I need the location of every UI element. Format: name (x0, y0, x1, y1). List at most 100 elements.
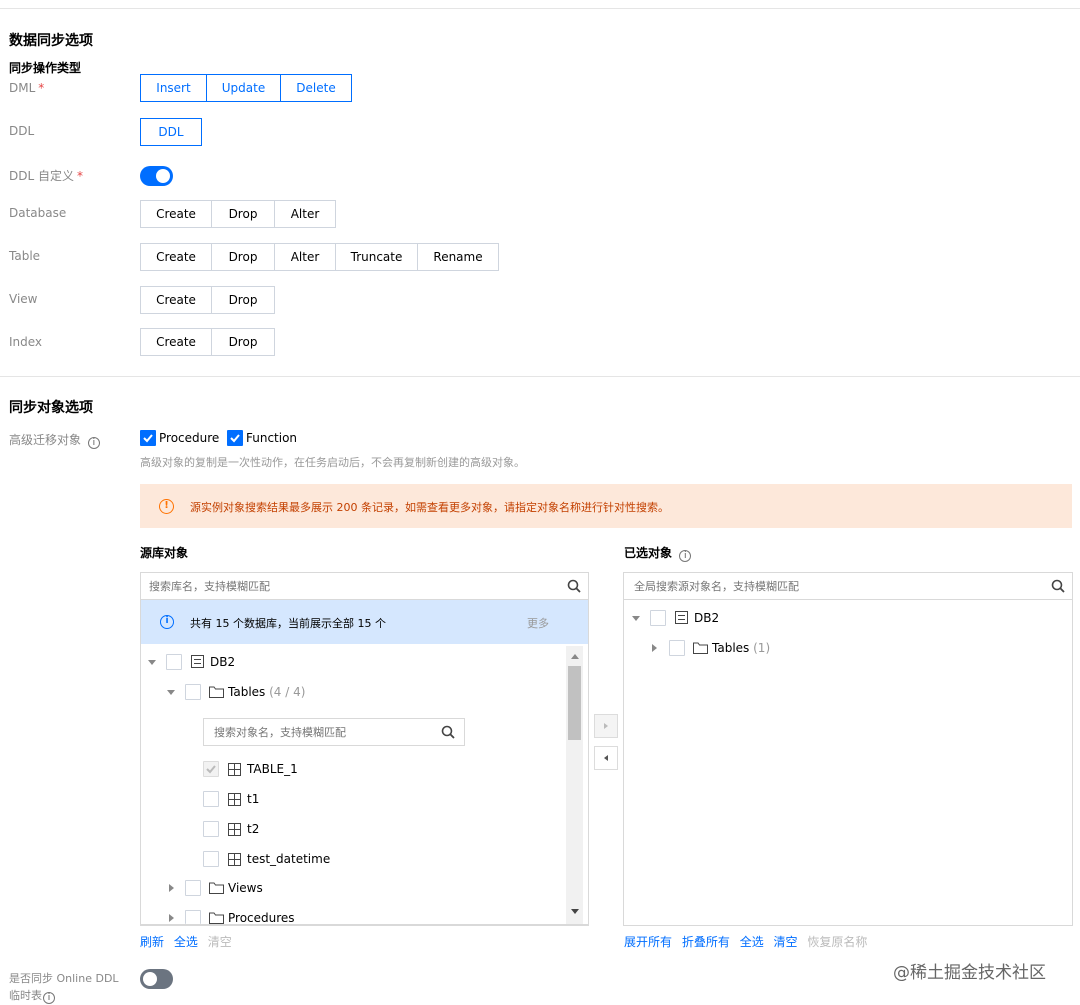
table-checkbox[interactable] (203, 851, 219, 867)
subsection-title-sync-op-type: 同步操作类型 (9, 61, 82, 75)
table-drop-button[interactable]: Drop (211, 243, 275, 271)
target-title-text: 已选对象 (624, 546, 673, 560)
expand-arrow-icon[interactable] (632, 616, 640, 621)
move-right-button[interactable] (594, 714, 618, 738)
table-name: TABLE_1 (247, 762, 298, 776)
online-ddl-label-line2: 临时表 i (9, 987, 119, 1004)
advanced-hint: 高级对象的复制是一次性动作，在任务启动后，不会再复制新创建的高级对象。 (140, 456, 525, 469)
search-icon[interactable] (1051, 579, 1065, 593)
source-more-link[interactable]: 更多 (527, 615, 549, 631)
watermark: @稀土掘金技术社区 (893, 963, 1046, 983)
ddl-custom-toggle[interactable] (140, 166, 173, 186)
warning-icon: ! (159, 499, 174, 514)
search-icon[interactable] (441, 725, 455, 739)
source-select-all-link[interactable]: 全选 (174, 935, 198, 949)
table-icon (228, 853, 241, 866)
target-panel (623, 572, 1073, 926)
info-icon[interactable]: i (87, 437, 100, 449)
source-footer: 刷新 全选 清空 (140, 933, 232, 950)
ddl-button[interactable]: DDL (140, 118, 202, 146)
target-tables-label: Tables (1) (712, 641, 770, 655)
source-procedures-label: Procedures (228, 911, 295, 925)
target-db-name: DB2 (694, 611, 720, 625)
view-drop-button[interactable]: Drop (211, 286, 275, 314)
online-ddl-label-line2-text: 临时表 (9, 989, 42, 1002)
table-search-box (203, 718, 465, 746)
source-clear-link[interactable]: 清空 (208, 935, 232, 949)
section-title-data-sync: 数据同步选项 (9, 33, 93, 49)
advanced-objects-label: 高级迁移对象 i (9, 431, 100, 449)
source-info-text: 共有 15 个数据库，当前展示全部 15 个 (190, 617, 386, 630)
top-divider (0, 8, 1080, 9)
view-button-group: Create Drop (140, 286, 275, 314)
collapse-all-link[interactable]: 折叠所有 (682, 935, 730, 949)
database-button-group: Create Drop Alter (140, 200, 336, 228)
database-label: Database (9, 206, 67, 220)
table-rename-button[interactable]: Rename (417, 243, 499, 271)
restore-name-link[interactable]: 恢复原名称 (807, 935, 867, 949)
function-checkbox[interactable] (227, 430, 243, 446)
dml-label: DML * (9, 81, 44, 95)
expand-arrow-icon[interactable] (148, 660, 156, 665)
target-clear-link[interactable]: 清空 (774, 935, 798, 949)
ddl-custom-label: DDL 自定义 * (9, 167, 83, 184)
procedure-label: Procedure (159, 431, 220, 445)
table-alter-button[interactable]: Alter (274, 243, 336, 271)
move-left-button[interactable] (594, 746, 618, 770)
scroll-down-icon[interactable] (571, 909, 579, 914)
expand-arrow-icon[interactable] (652, 644, 657, 652)
table-icon (228, 763, 241, 776)
table-checkbox[interactable] (203, 791, 219, 807)
database-create-button[interactable]: Create (140, 200, 212, 228)
toggle-knob (143, 972, 157, 986)
target-db2-checkbox[interactable] (650, 610, 666, 626)
expand-arrow-icon[interactable] (169, 884, 174, 892)
table-create-button[interactable]: Create (140, 243, 212, 271)
search-icon[interactable] (567, 579, 581, 593)
info-icon[interactable]: i (43, 992, 55, 1004)
table-checkbox[interactable] (203, 821, 219, 837)
dml-delete-button[interactable]: Delete (280, 74, 352, 102)
procedure-checkbox[interactable] (140, 430, 156, 446)
tables-label-text: Tables (712, 641, 750, 655)
dml-update-button[interactable]: Update (206, 74, 281, 102)
dml-insert-button[interactable]: Insert (140, 74, 207, 102)
index-label: Index (9, 335, 43, 349)
tables-checkbox[interactable] (185, 684, 201, 700)
expand-arrow-icon[interactable] (167, 690, 175, 695)
views-checkbox[interactable] (185, 880, 201, 896)
refresh-link[interactable]: 刷新 (140, 935, 164, 949)
index-drop-button[interactable]: Drop (211, 328, 275, 356)
table-search-input[interactable] (214, 724, 429, 740)
database-drop-button[interactable]: Drop (211, 200, 275, 228)
advanced-objects-label-text: 高级迁移对象 (9, 433, 82, 447)
source-db-name: DB2 (210, 655, 236, 669)
procedures-checkbox[interactable] (185, 910, 201, 924)
index-create-button[interactable]: Create (140, 328, 212, 356)
expand-arrow-icon[interactable] (169, 914, 174, 922)
table-checkbox[interactable] (203, 761, 219, 777)
target-select-all-link[interactable]: 全选 (740, 935, 764, 949)
ddl-custom-label-text: DDL 自定义 (9, 169, 74, 183)
check-icon (143, 434, 153, 443)
scroll-up-icon[interactable] (571, 654, 579, 659)
database-alter-button[interactable]: Alter (274, 200, 336, 228)
db2-checkbox[interactable] (166, 654, 182, 670)
online-ddl-label: 是否同步 Online DDL 临时表 i (9, 970, 119, 1004)
folder-icon (209, 912, 224, 924)
source-search-box (140, 572, 589, 600)
target-search-box (623, 572, 1073, 600)
info-icon: i (160, 615, 174, 629)
source-title: 源库对象 (140, 546, 189, 560)
online-ddl-toggle[interactable] (140, 969, 173, 989)
target-tables-checkbox[interactable] (669, 640, 685, 656)
source-search-input[interactable] (149, 578, 549, 594)
target-search-input[interactable] (634, 578, 1034, 594)
view-create-button[interactable]: Create (140, 286, 212, 314)
expand-all-link[interactable]: 展开所有 (624, 935, 672, 949)
scrollbar-thumb[interactable] (568, 666, 581, 740)
source-scrollbar[interactable] (566, 646, 583, 924)
panel-bottom-edge (141, 924, 588, 925)
info-icon[interactable]: i (679, 550, 692, 562)
table-truncate-button[interactable]: Truncate (335, 243, 418, 271)
